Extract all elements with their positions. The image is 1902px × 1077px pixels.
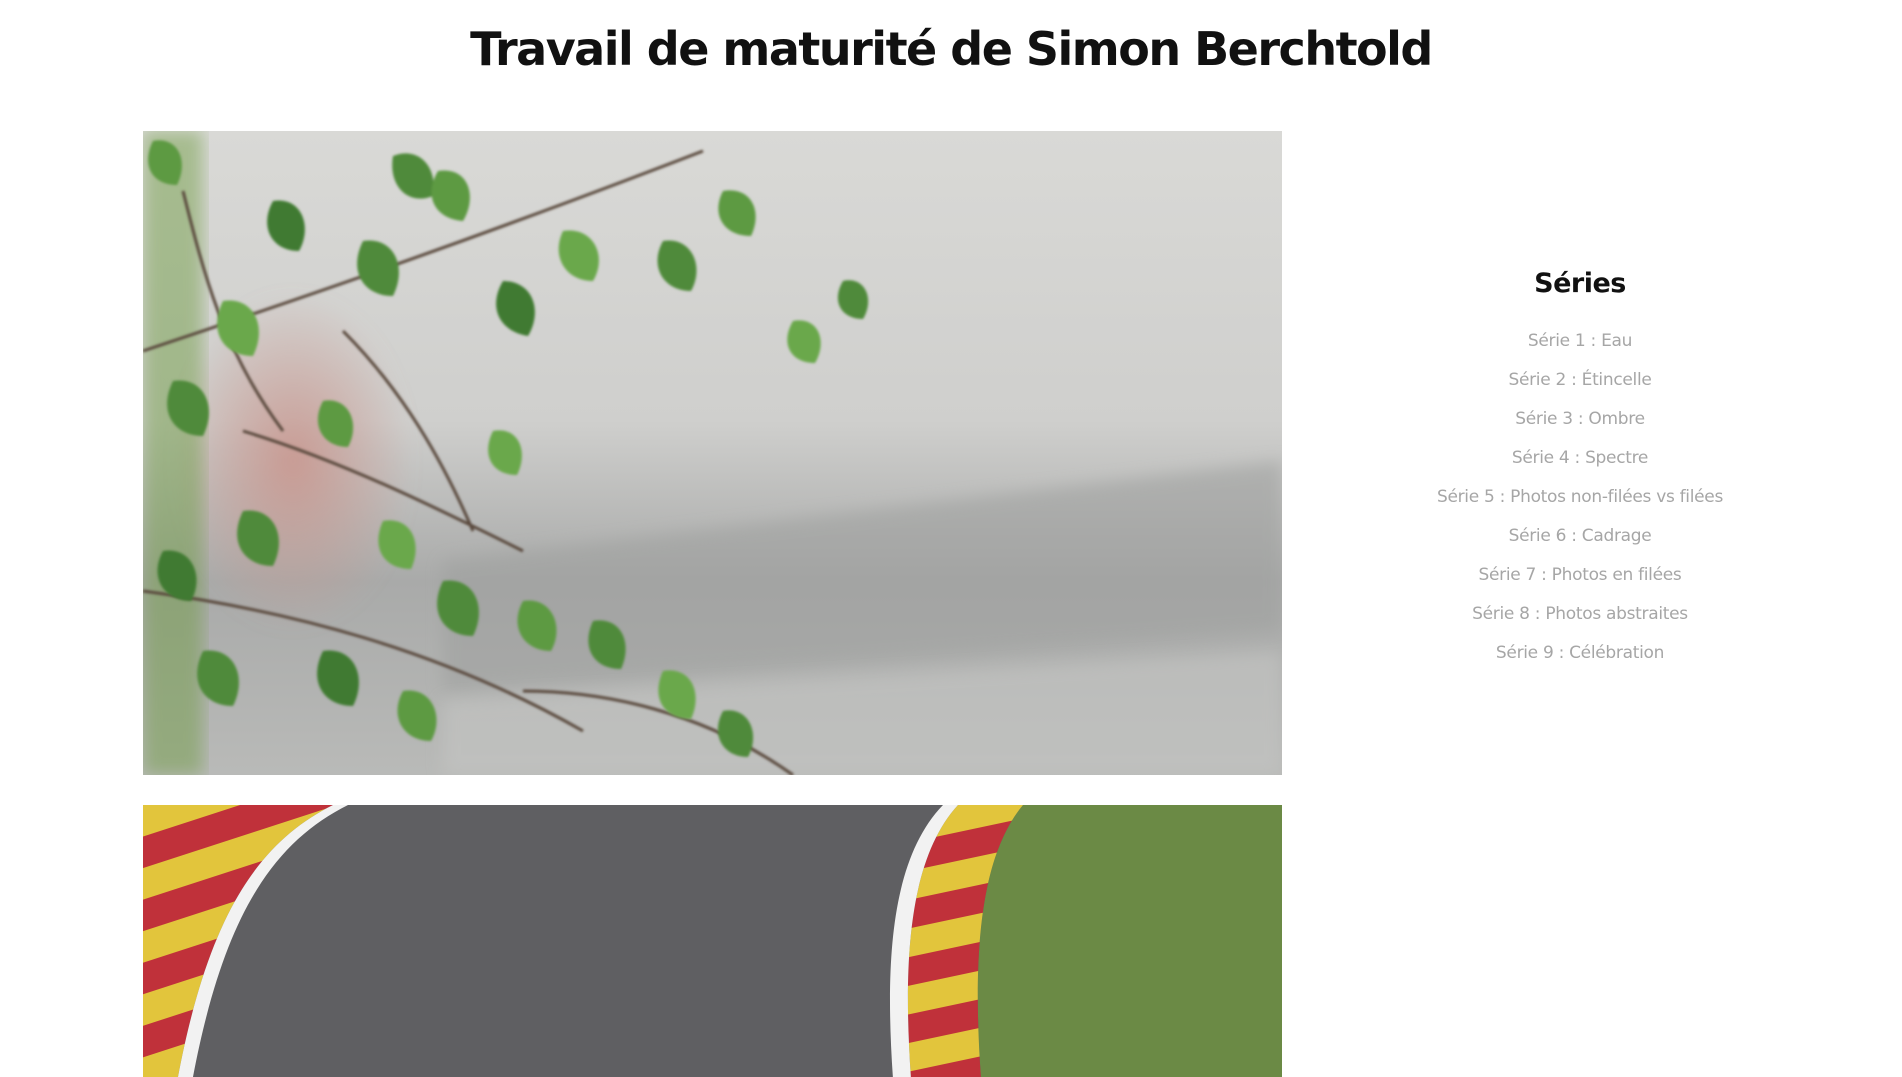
series-link-4[interactable]: Série 4 : Spectre [1512,448,1649,468]
series-link-7[interactable]: Série 7 : Photos en filées [1479,565,1682,585]
series-link-9[interactable]: Série 9 : Célébration [1496,643,1664,663]
series-list-item: Série 6 : Cadrage [1380,516,1780,555]
series-list-item: Série 9 : Célébration [1380,633,1780,672]
series-link-6[interactable]: Série 6 : Cadrage [1509,526,1652,546]
series-sidebar: Séries Série 1 : Eau Série 2 : Étincelle… [1380,268,1780,672]
gallery-photo-leaves[interactable] [143,131,1282,775]
series-link-8[interactable]: Série 8 : Photos abstraites [1472,604,1688,624]
series-link-3[interactable]: Série 3 : Ombre [1515,409,1645,429]
series-list-item: Série 3 : Ombre [1380,399,1780,438]
series-list-item: Série 2 : Étincelle [1380,360,1780,399]
series-list-item: Série 5 : Photos non-filées vs filées [1380,477,1780,516]
series-link-1[interactable]: Série 1 : Eau [1528,331,1633,351]
series-link-2[interactable]: Série 2 : Étincelle [1508,370,1651,390]
series-list-item: Série 8 : Photos abstraites [1380,594,1780,633]
series-heading: Séries [1534,268,1626,299]
series-list-item: Série 4 : Spectre [1380,438,1780,477]
series-list-item: Série 7 : Photos en filées [1380,555,1780,594]
photo-gallery [143,131,1282,1077]
series-link-5[interactable]: Série 5 : Photos non-filées vs filées [1437,487,1723,507]
series-list-item: Série 1 : Eau [1380,321,1780,360]
site-title: Travail de maturité de Simon Berchtold [470,22,1433,76]
page: Travail de maturité de Simon Berchtold S… [0,0,1902,1077]
gallery-photo-track[interactable] [143,805,1282,1077]
leaves-photo-image [143,131,1282,775]
track-photo-image [143,805,1282,1077]
series-list: Série 1 : Eau Série 2 : Étincelle Série … [1380,321,1780,672]
